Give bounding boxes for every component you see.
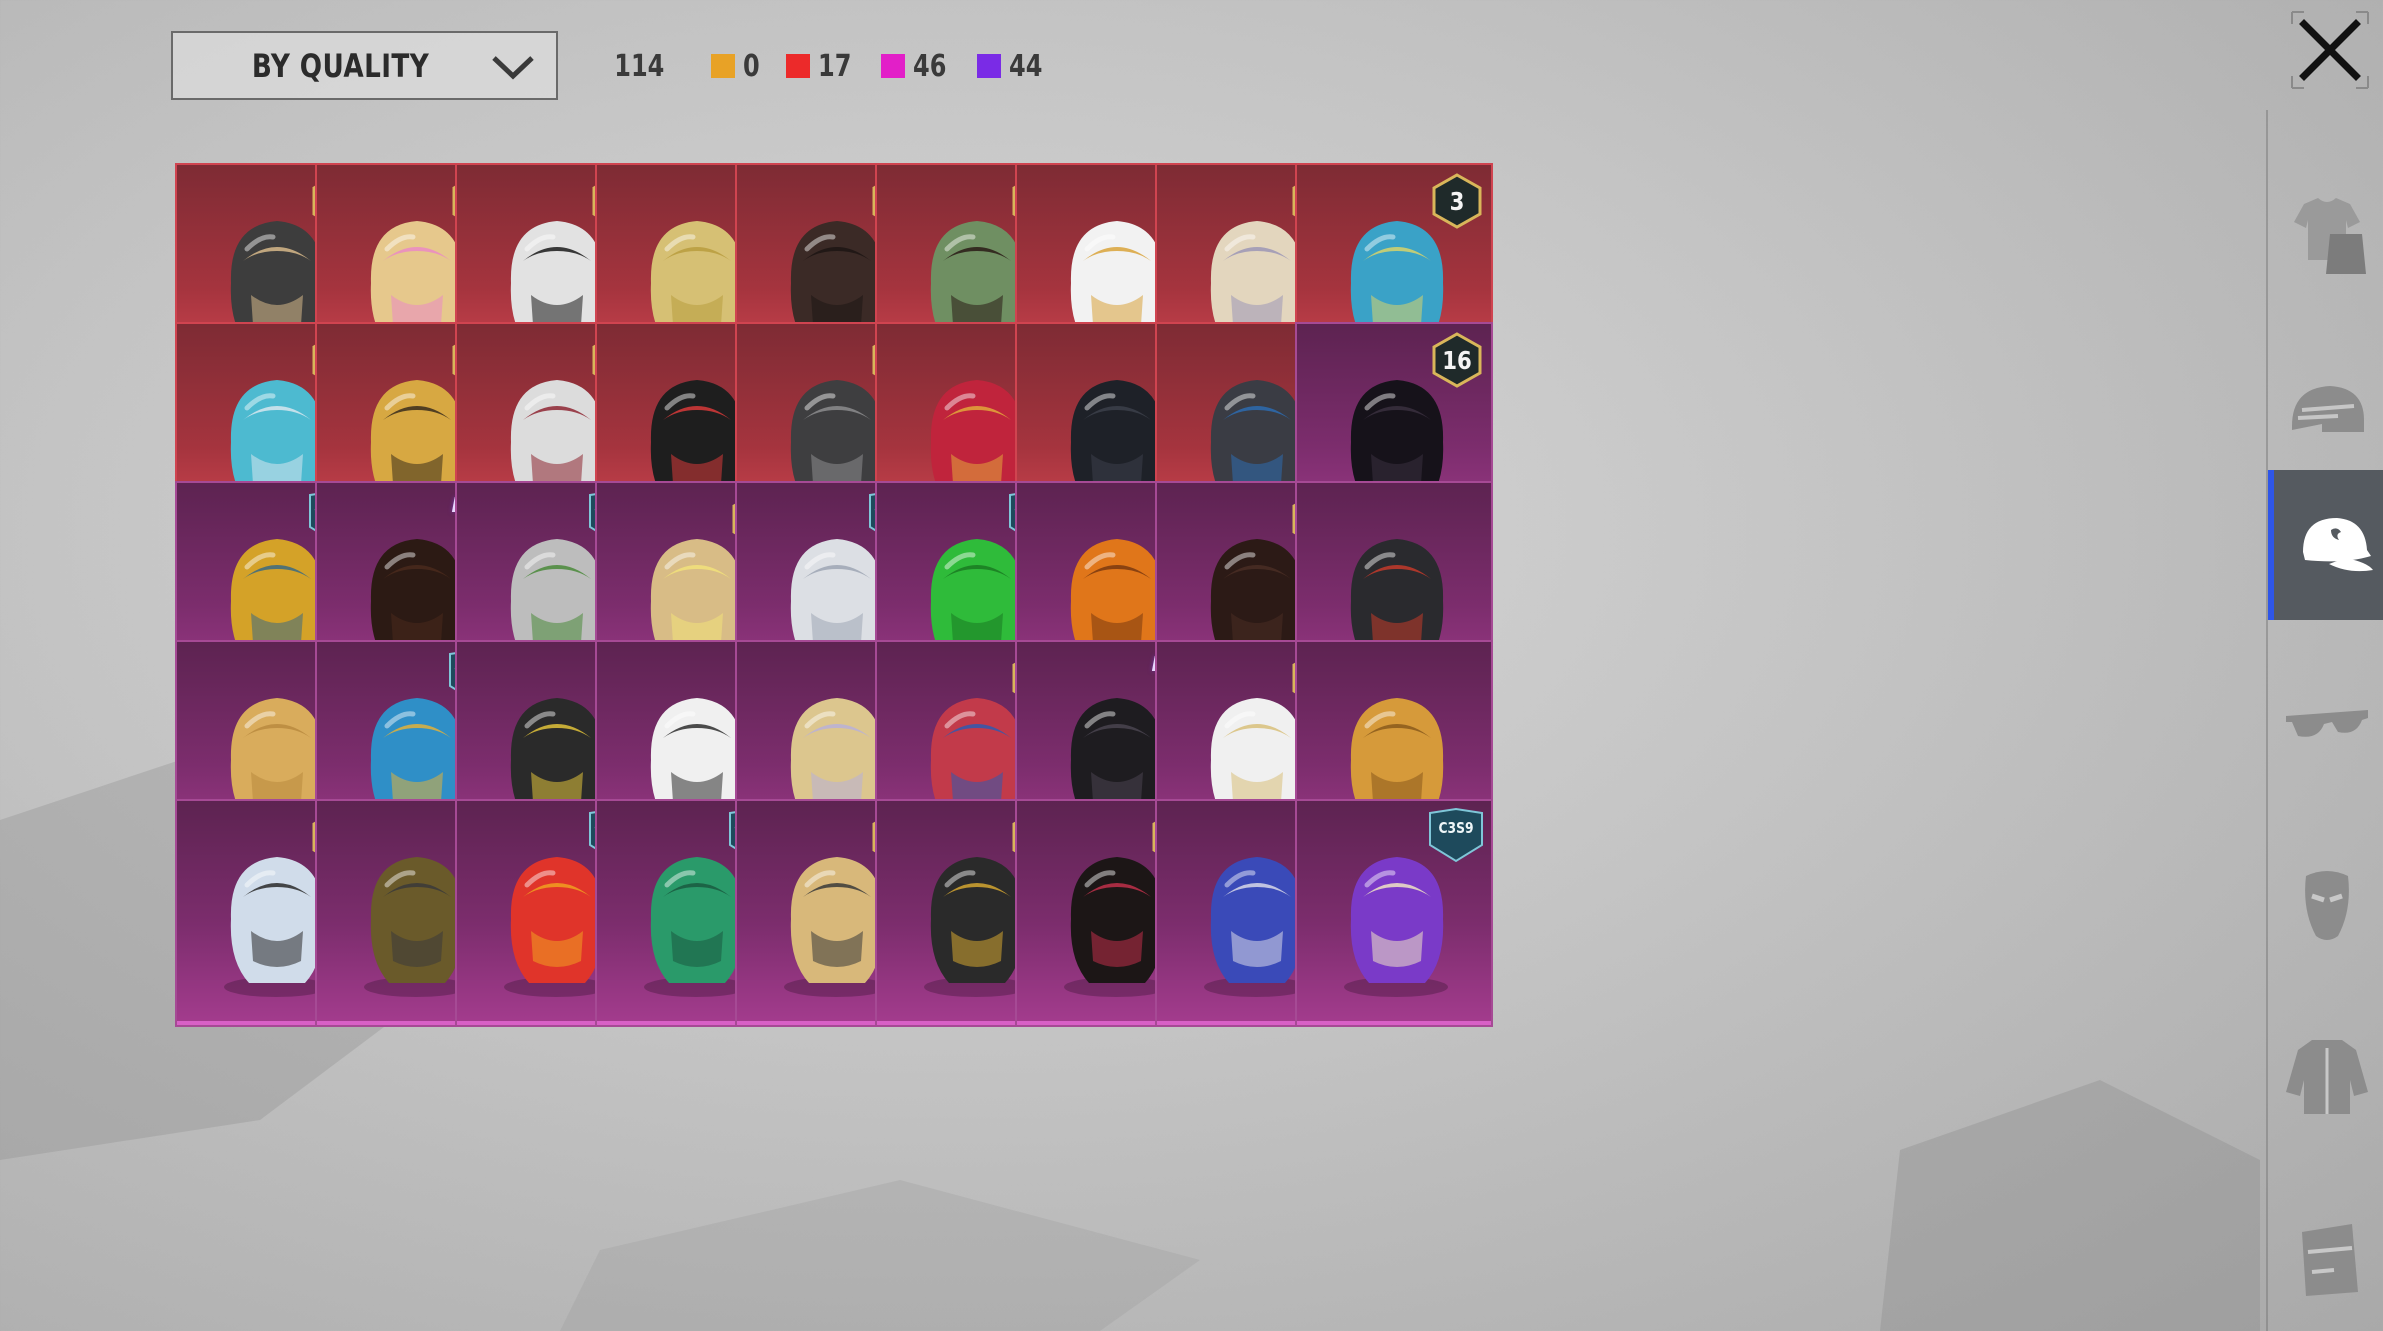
- season-badge-text: C3S9: [1438, 819, 1474, 837]
- level-badge-text: 16: [1442, 345, 1472, 375]
- close-button[interactable]: [2288, 8, 2372, 92]
- quality-count-value: 17: [817, 48, 851, 84]
- level-badge: 3: [1431, 173, 1483, 229]
- tab-helmet[interactable]: [2268, 340, 2383, 490]
- backpack-icon: [2301, 1224, 2358, 1296]
- tab-mask[interactable]: [2268, 830, 2383, 980]
- quality-count-legendary-gold: 0: [710, 48, 764, 84]
- tab-jacket[interactable]: [2268, 1000, 2383, 1150]
- quality-count-purple: 44: [977, 49, 1051, 84]
- sort-label: BY QUALITY: [251, 46, 430, 85]
- quality-counts: 114 0 17 46 44: [608, 42, 1073, 90]
- level-badge-text: 3: [1449, 186, 1465, 216]
- tab-hat[interactable]: [2268, 470, 2383, 620]
- quality-swatch: [881, 54, 906, 78]
- tab-glasses[interactable]: [2268, 650, 2383, 800]
- quality-count-red: 17: [785, 48, 860, 84]
- hat-icon: [2302, 518, 2373, 572]
- mask-icon: [2304, 871, 2349, 940]
- quality-swatch: [710, 54, 735, 78]
- level-badge: 16: [1431, 332, 1483, 388]
- quality-count-pink: 46: [881, 49, 955, 84]
- tab-outfit[interactable]: [2268, 160, 2383, 310]
- helmet-icon: [2291, 386, 2364, 432]
- season-badge: C3S9: [1427, 807, 1485, 863]
- item-tile[interactable]: C3S9: [1295, 799, 1493, 1027]
- close-icon: [2291, 11, 2369, 89]
- outfit-icon: [2293, 198, 2366, 274]
- glasses-icon: [2285, 710, 2368, 737]
- quality-count-value: 44: [1009, 48, 1043, 84]
- item-grid: 16 8 15 8 14: [175, 163, 2075, 1331]
- quality-count-value: 46: [913, 48, 947, 84]
- quality-swatch: [977, 54, 1001, 78]
- category-sidebar: [2266, 110, 2383, 1331]
- jacket-icon: [2285, 1040, 2368, 1114]
- total-count: 114: [614, 48, 665, 84]
- quality-count-value: 0: [742, 48, 760, 84]
- quality-underline: [1297, 1021, 1491, 1025]
- chevron-down-icon: [492, 55, 534, 79]
- sort-dropdown[interactable]: BY QUALITY: [171, 31, 558, 100]
- quality-swatch: [785, 54, 810, 78]
- tab-backpack[interactable]: [2268, 1180, 2383, 1330]
